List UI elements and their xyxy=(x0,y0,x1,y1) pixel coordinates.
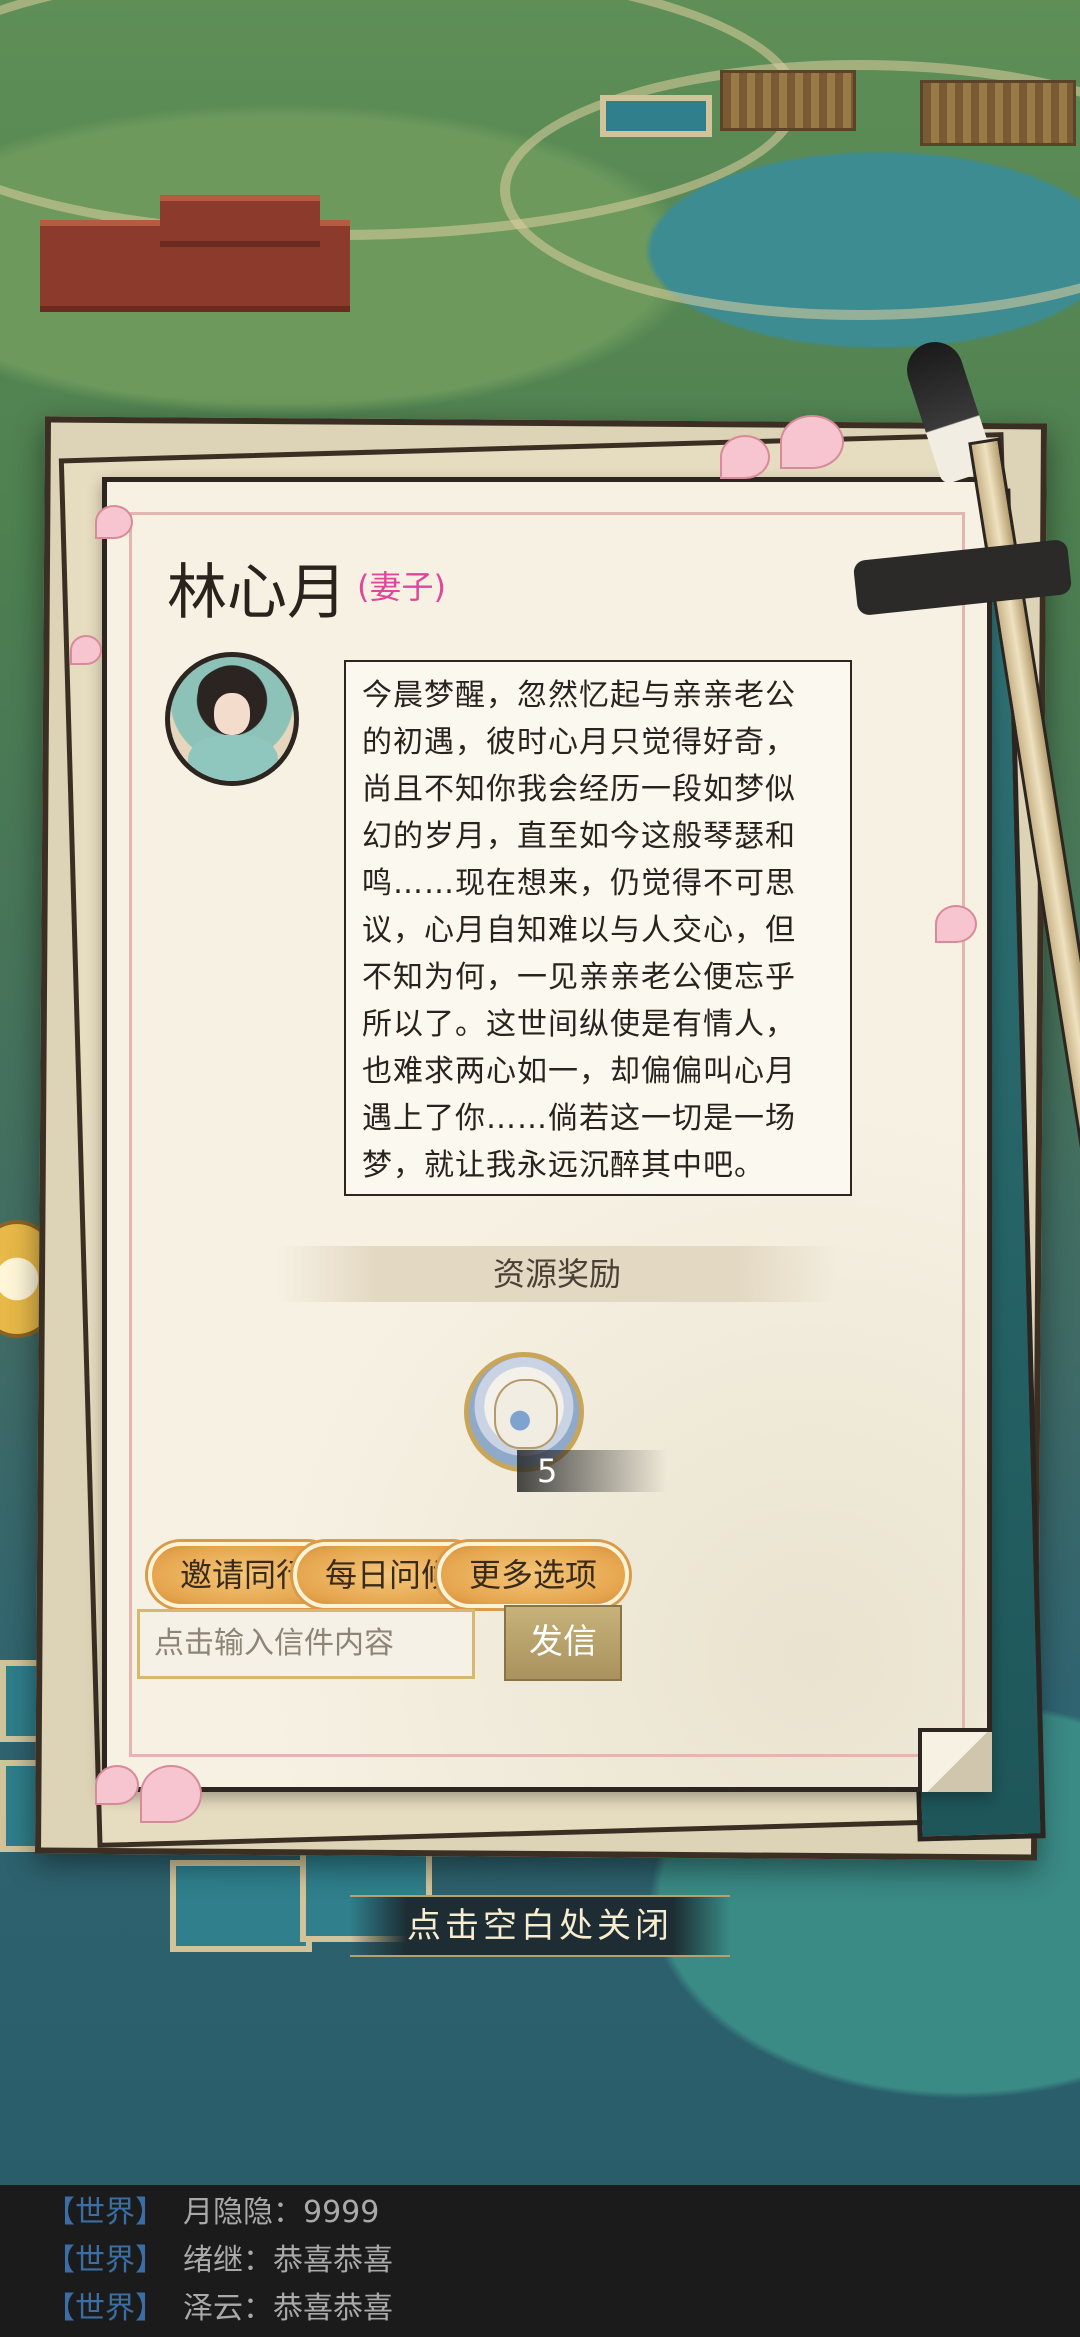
blossom-icon xyxy=(95,1765,139,1805)
blossom-icon xyxy=(720,435,770,479)
letter-content-input[interactable]: 点击输入信件内容 xyxy=(137,1609,475,1679)
message-line: 遇上了你……倘若这一切是一场 xyxy=(362,1101,796,1136)
avatar-robe xyxy=(188,735,278,781)
map-farm-field[interactable] xyxy=(720,70,856,131)
map-pond xyxy=(170,1860,312,1952)
petal-icon xyxy=(935,905,977,943)
chat-text: 泽云：恭喜恭喜 xyxy=(183,2291,393,2326)
message-line: 今晨梦醒，忽然忆起与亲亲老公 xyxy=(362,678,796,713)
message-line: 幻的岁月，直至如今这般琴瑟和 xyxy=(362,819,796,854)
chat-text: 绪继：恭喜恭喜 xyxy=(183,2243,393,2278)
reward-count: 5 xyxy=(517,1450,667,1492)
map-farm-field[interactable] xyxy=(920,80,1076,146)
message-line: 议，心月自知难以与人交心，但 xyxy=(362,913,796,948)
chat-channel: 【世界】 xyxy=(45,2291,165,2326)
petal-icon xyxy=(95,505,133,539)
character-name: 林心月 xyxy=(167,558,347,628)
pouch-icon xyxy=(494,1379,558,1449)
more-options-button[interactable]: 更多选项 xyxy=(437,1542,629,1608)
character-relation: (妻子) xyxy=(357,568,446,606)
chat-text: 月隐隐：9999 xyxy=(183,2195,380,2230)
avatar-face xyxy=(214,693,250,735)
chat-channel: 【世界】 xyxy=(45,2243,165,2278)
world-chat-log[interactable]: 【世界】 月隐隐：9999 【世界】 绪继：恭喜恭喜 【世界】 泽云：恭喜恭喜 xyxy=(0,2185,1080,2337)
character-avatar[interactable] xyxy=(165,652,299,786)
blossom-icon xyxy=(140,1765,202,1823)
chat-channel: 【世界】 xyxy=(45,2195,165,2230)
petal-icon xyxy=(70,635,102,665)
chat-message: 【世界】 泽云：恭喜恭喜 xyxy=(45,2287,393,2331)
send-letter-button[interactable]: 发信 xyxy=(504,1605,622,1681)
blossom-icon xyxy=(780,415,844,469)
reward-title: 资源奖励 xyxy=(277,1246,837,1302)
message-line: 梦，就让我永远沉醉其中吧。 xyxy=(362,1148,765,1183)
close-hint[interactable]: 点击空白处关闭 xyxy=(350,1895,730,1957)
message-line: 所以了。这世间纵使是有情人， xyxy=(362,1007,796,1042)
chat-message: 【世界】 月隐隐：9999 xyxy=(45,2191,379,2235)
letter-panel: 林心月 (妻子) 今晨梦醒，忽然忆起与亲亲老公 的初遇，彼时心月只觉得好奇， 尚… xyxy=(102,477,992,1792)
map-palace-roof xyxy=(160,195,320,241)
chat-message: 【世界】 绪继：恭喜恭喜 xyxy=(45,2239,393,2283)
message-line: 不知为何，一见亲亲老公便忘乎 xyxy=(362,960,796,995)
message-line: 也难求两心如一，却偏偏叫心月 xyxy=(362,1054,796,1089)
map-pond xyxy=(600,95,712,137)
message-line: 尚且不知你我会经历一段如梦似 xyxy=(362,772,796,807)
page-corner-fold xyxy=(918,1728,992,1792)
message-line: 鸣……现在想来，仍觉得不可思 xyxy=(362,866,796,901)
message-line: 的初遇，彼时心月只觉得好奇， xyxy=(362,725,796,760)
letter-message: 今晨梦醒，忽然忆起与亲亲老公 的初遇，彼时心月只觉得好奇， 尚且不知你我会经历一… xyxy=(344,660,852,1196)
